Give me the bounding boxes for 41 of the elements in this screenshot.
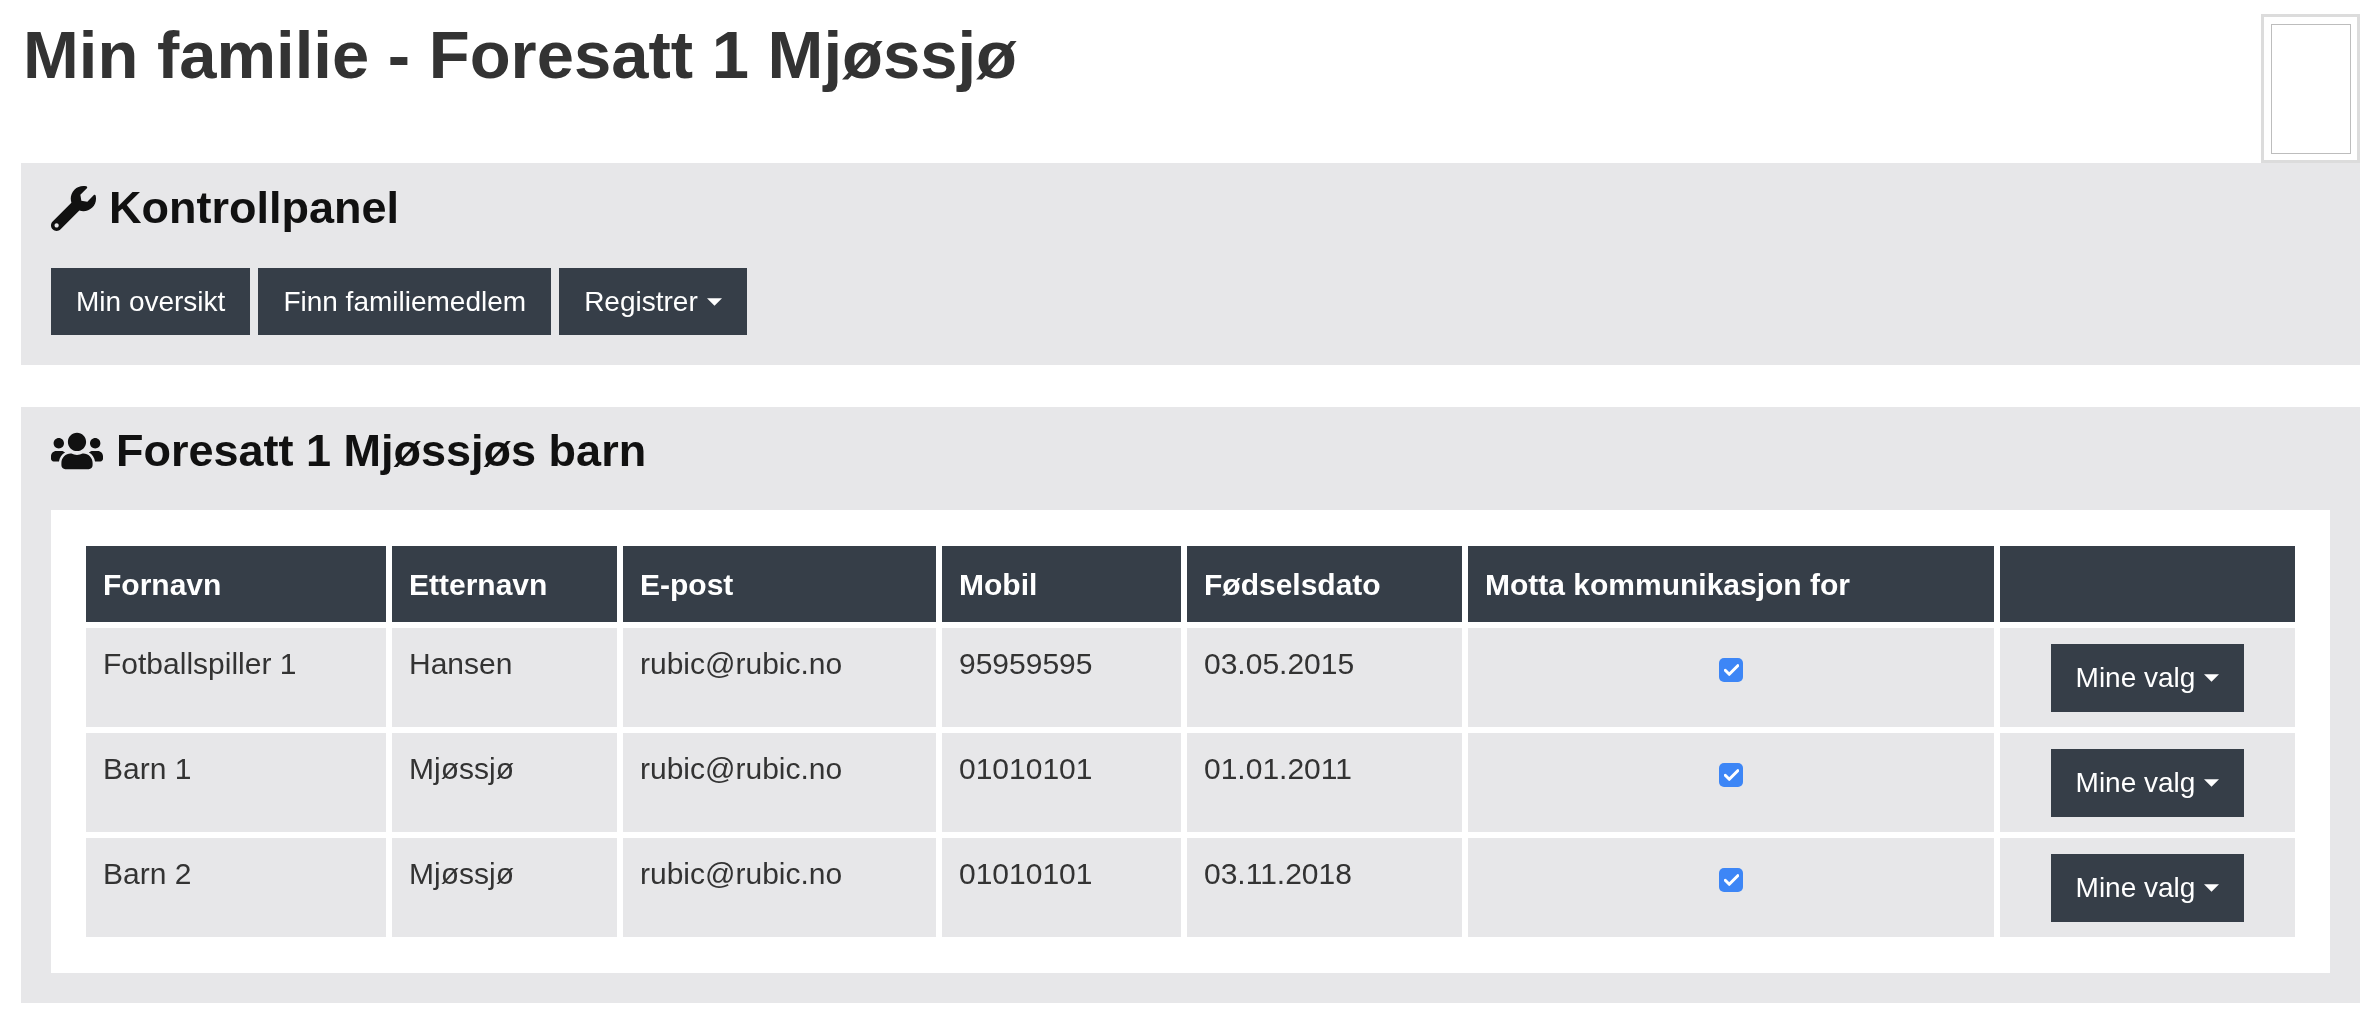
checkmark-icon — [1723, 874, 1739, 886]
table-cell: 01010101 — [942, 838, 1181, 937]
table-cell: 03.11.2018 — [1187, 838, 1462, 937]
checkmark-icon — [1723, 664, 1739, 676]
caret-icon — [2204, 883, 2220, 892]
table-cell: Barn 2 — [86, 838, 386, 937]
column-header: E-post — [623, 546, 936, 622]
table-cell: Hansen — [392, 628, 617, 727]
dropdown-button[interactable]: Mine valg — [2050, 853, 2245, 922]
column-header: Etternavn — [392, 546, 617, 622]
checkmark-icon — [1723, 769, 1739, 781]
dropdown-button[interactable]: Mine valg — [2050, 748, 2245, 817]
panel-heading: Kontrollpanel — [109, 181, 399, 235]
column-header: Fødselsdato — [1187, 546, 1462, 622]
checkbox[interactable] — [1719, 763, 1743, 787]
table-cell: rubic@rubic.no — [623, 838, 936, 937]
checkbox[interactable] — [1719, 658, 1743, 682]
page-title: Min familie - Foresatt 1 Mjøssjø — [23, 18, 1017, 92]
table-cell: Barn 1 — [86, 733, 386, 832]
table-cell: 01010101 — [942, 733, 1181, 832]
column-header: Mobil — [942, 546, 1181, 622]
column-header: Fornavn — [86, 546, 386, 622]
column-header: Motta kommunikasjon for — [1468, 546, 1994, 622]
nav-button[interactable]: Min oversikt — [51, 268, 251, 335]
dropdown-button[interactable]: Mine valg — [2050, 643, 2245, 712]
table-cell: Mjøssjø — [392, 733, 617, 832]
caret-icon — [706, 297, 722, 306]
dropdown-button[interactable]: Registrer — [559, 268, 747, 335]
caret-icon — [2204, 673, 2220, 682]
table-cell: Mjøssjø — [392, 838, 617, 937]
caret-icon — [2204, 778, 2220, 787]
table-cell: rubic@rubic.no — [623, 628, 936, 727]
checkbox[interactable] — [1719, 868, 1743, 892]
table-cell: 01.01.2011 — [1187, 733, 1462, 832]
table-cell: Fotballspiller 1 — [86, 628, 386, 727]
panel-heading: Foresatt 1 Mjøssjøs barn — [116, 424, 647, 478]
nav-button[interactable]: Finn familiemedlem — [258, 268, 552, 335]
wrench-icon — [51, 185, 96, 231]
table-cell: rubic@rubic.no — [623, 733, 936, 832]
table-cell: 03.05.2015 — [1187, 628, 1462, 727]
table-cell: 95959595 — [942, 628, 1181, 727]
